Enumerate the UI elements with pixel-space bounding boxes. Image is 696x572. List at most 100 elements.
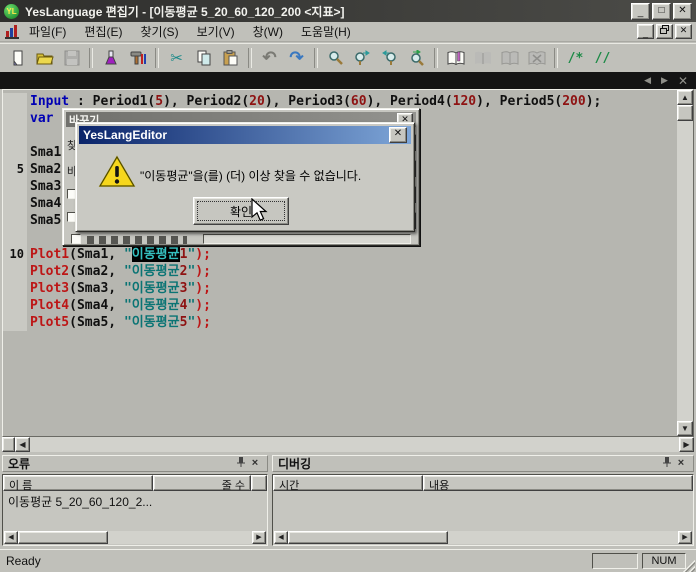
- editor-vertical-scrollbar[interactable]: ▲ ▼: [677, 90, 693, 436]
- save-button[interactable]: [59, 46, 84, 70]
- maximize-button[interactable]: □: [652, 3, 671, 20]
- input-fragment[interactable]: [203, 234, 411, 244]
- tab-scroll-right-icon[interactable]: ▶: [661, 76, 668, 85]
- debug-scroll-thumb[interactable]: [288, 531, 448, 544]
- application-window: YL YesLanguage 편집기 - [이동평균 5_20_60_120_2…: [0, 0, 696, 572]
- replace-button[interactable]: [404, 46, 429, 70]
- errors-table: 이 름 줄 수 이동평균 5_20_60_120_2... ◀ ▶: [2, 474, 268, 546]
- app-icon: YL: [4, 4, 19, 19]
- menu-item-1[interactable]: 편집(E): [75, 21, 131, 42]
- errors-scroll-left-button[interactable]: ◀: [4, 531, 18, 544]
- column-header-lines[interactable]: 줄 수: [153, 475, 251, 491]
- search-next-icon: [354, 50, 371, 66]
- column-header-content[interactable]: 내용: [423, 475, 693, 491]
- search-icon: [328, 50, 344, 66]
- book-next-icon: [474, 50, 492, 66]
- menu-item-0[interactable]: 파일(F): [20, 21, 75, 42]
- scroll-up-button[interactable]: ▲: [677, 90, 693, 105]
- redo-button[interactable]: ↷: [284, 46, 309, 70]
- mdi-restore-button[interactable]: [656, 24, 673, 39]
- new-file-icon: [10, 50, 26, 66]
- menu-item-4[interactable]: 창(W): [244, 21, 292, 42]
- line-number: [3, 212, 27, 229]
- debug-table: 시간 내용 ◀ ▶: [272, 474, 694, 546]
- paste-button[interactable]: [218, 46, 243, 70]
- find-next-button[interactable]: [350, 46, 375, 70]
- errors-scroll-right-button[interactable]: ▶: [252, 531, 266, 544]
- ok-button[interactable]: 확인: [193, 197, 289, 225]
- comment-line-button[interactable]: //: [590, 46, 615, 70]
- scroll-down-button[interactable]: ▼: [677, 421, 693, 436]
- comment-block-icon: /*: [568, 51, 584, 66]
- errors-panel-header[interactable]: 오류 ×: [2, 455, 268, 472]
- open-file-button[interactable]: [32, 46, 57, 70]
- code-line-14[interactable]: Plot5(Sma5, "이동평균5");: [3, 314, 677, 331]
- tab-close-icon[interactable]: ✕: [678, 75, 688, 87]
- debug-scroll-left-button[interactable]: ◀: [274, 531, 288, 544]
- tab-scroll-left-icon[interactable]: ◀: [644, 76, 651, 85]
- undo-button[interactable]: ↶: [257, 46, 282, 70]
- editor-horizontal-scrollbar[interactable]: ◀ ▶: [2, 437, 694, 452]
- line-number: [3, 178, 27, 195]
- debug-panel-header[interactable]: 디버깅 ×: [272, 455, 694, 472]
- column-header-time[interactable]: 시간: [273, 475, 423, 491]
- status-cell-empty: [592, 553, 638, 569]
- code-line-12[interactable]: Plot3(Sma3, "이동평균3");: [3, 280, 677, 297]
- cut-button[interactable]: ✂: [164, 46, 189, 70]
- message-box-title: YesLangEditor: [83, 128, 389, 142]
- close-button[interactable]: ✕: [673, 3, 692, 20]
- errors-scrollbar[interactable]: ◀ ▶: [4, 531, 266, 544]
- pin-icon[interactable]: [234, 456, 248, 471]
- bookmark-previous-button[interactable]: [497, 46, 522, 70]
- new-file-button[interactable]: [5, 46, 30, 70]
- splitter-box[interactable]: [2, 437, 15, 452]
- flask-icon: [104, 50, 118, 66]
- bookmark-toggle-button[interactable]: [443, 46, 468, 70]
- comment-block-button[interactable]: /*: [563, 46, 588, 70]
- code-line-11[interactable]: Plot2(Sma2, "이동평균2");: [3, 263, 677, 280]
- column-header-name[interactable]: 이 름: [3, 475, 153, 491]
- status-num-indicator: NUM: [642, 553, 686, 569]
- debug-close-icon[interactable]: ×: [674, 458, 688, 469]
- debug-panel: 디버깅 × 시간 내용 ◀ ▶: [272, 455, 694, 546]
- compile-button[interactable]: [98, 46, 123, 70]
- message-box-close-icon[interactable]: ✕: [389, 127, 407, 143]
- line-number: [3, 110, 27, 127]
- chart-icon: [4, 24, 20, 40]
- title-bar[interactable]: YL YesLanguage 편집기 - [이동평균 5_20_60_120_2…: [0, 0, 696, 22]
- menu-item-5[interactable]: 도움말(H): [292, 21, 360, 42]
- bookmark-clear-all-button[interactable]: [524, 46, 549, 70]
- debug-scroll-right-button[interactable]: ▶: [678, 531, 692, 544]
- minimize-button[interactable]: _: [631, 3, 650, 20]
- copy-button[interactable]: [191, 46, 216, 70]
- error-row[interactable]: 이동평균 5_20_60_120_2...: [3, 491, 267, 512]
- pin-icon[interactable]: [660, 456, 674, 471]
- build-tools-button[interactable]: [125, 46, 150, 70]
- message-text: "이동평균"을(를) (더) 이상 찾을 수 없습니다.: [140, 167, 361, 184]
- line-number: [3, 93, 27, 110]
- message-box-titlebar[interactable]: YesLangEditor ✕: [79, 126, 411, 144]
- find-button[interactable]: [323, 46, 348, 70]
- menu-item-3[interactable]: 보기(V): [188, 21, 244, 42]
- book-icon: [447, 50, 465, 66]
- resize-grip[interactable]: [683, 560, 695, 572]
- debug-scrollbar[interactable]: ◀ ▶: [274, 531, 692, 544]
- errors-scroll-thumb[interactable]: [18, 531, 108, 544]
- checkbox-fragment[interactable]: [71, 234, 81, 244]
- undo-icon: ↶: [262, 48, 276, 68]
- code-line-10[interactable]: 10Plot1(Sma1, "이동평균1");: [3, 246, 677, 263]
- errors-close-icon[interactable]: ×: [248, 458, 262, 469]
- status-message: Ready: [6, 554, 41, 568]
- vertical-scroll-thumb[interactable]: [677, 105, 693, 121]
- paste-icon: [223, 50, 238, 66]
- menu-item-2[interactable]: 찾기(S): [131, 21, 187, 42]
- mdi-minimize-button[interactable]: _: [637, 24, 654, 39]
- scroll-left-button[interactable]: ◀: [15, 437, 30, 452]
- column-header-stub: [251, 475, 267, 491]
- bookmark-next-button[interactable]: [470, 46, 495, 70]
- find-previous-button[interactable]: [377, 46, 402, 70]
- line-number: [3, 144, 27, 161]
- code-line-13[interactable]: Plot4(Sma4, "이동평균4");: [3, 297, 677, 314]
- mdi-close-button[interactable]: ✕: [675, 24, 692, 39]
- scroll-right-button[interactable]: ▶: [679, 437, 694, 452]
